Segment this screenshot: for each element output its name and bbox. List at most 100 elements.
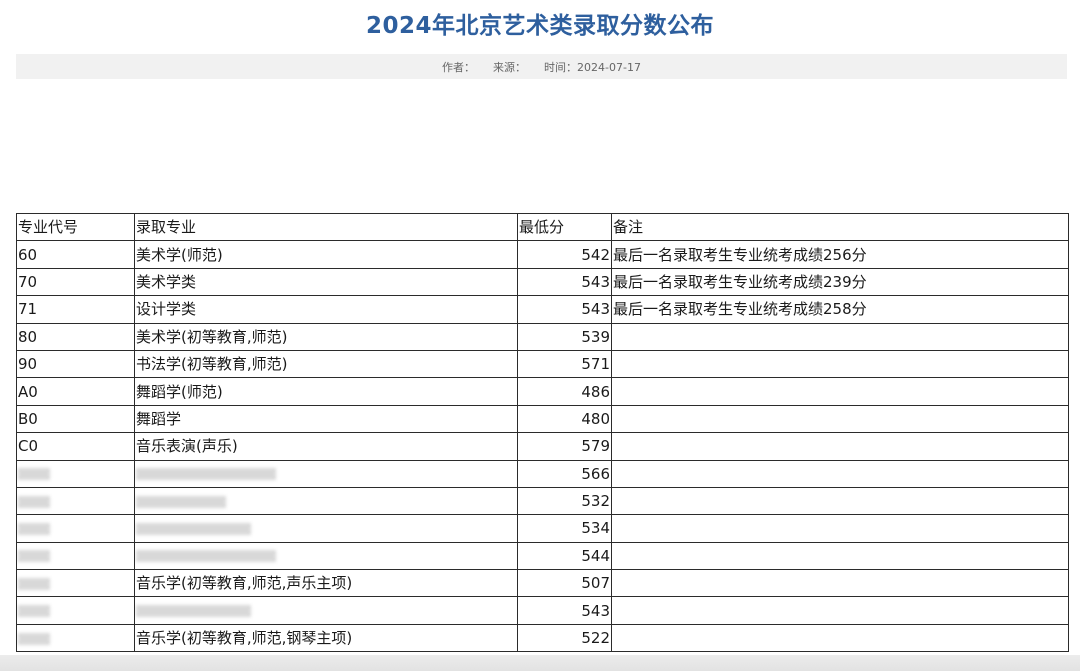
- cell-score: 543: [517, 267, 612, 297]
- cell-major: [134, 486, 518, 516]
- cell-code: 90: [16, 349, 135, 379]
- cell-note: [611, 432, 1069, 461]
- table-row: 532: [16, 486, 1069, 516]
- table-row: 543: [16, 596, 1069, 625]
- cell-note: [611, 486, 1069, 516]
- cell-major: 美术学(师范): [134, 240, 518, 269]
- cell-major: [134, 514, 518, 543]
- cell-major: 音乐学(初等教育,师范,声乐主项): [134, 569, 518, 598]
- score-table-container: 专业代号 录取专业 最低分 备注 60 美术学(师范) 542 最后一名录取考生专业统…: [16, 212, 1069, 653]
- cell-note: [611, 623, 1069, 653]
- cell-score: 539: [517, 322, 612, 351]
- redacted-text: [18, 495, 50, 508]
- cell-code: [16, 541, 135, 571]
- redacted-text: [18, 522, 50, 535]
- table-row: 71 设计学类 543 最后一名录取考生专业统考成绩258分: [16, 295, 1069, 324]
- cell-major: [134, 541, 518, 571]
- cell-score: 542: [517, 240, 612, 269]
- table-row: B0 舞蹈学 480: [16, 404, 1069, 434]
- table-row: 534: [16, 514, 1069, 543]
- cell-note: [611, 459, 1069, 488]
- header-major: 录取专业: [134, 212, 518, 242]
- cell-note: [611, 514, 1069, 543]
- redacted-text: [18, 550, 50, 563]
- cell-score: 543: [517, 295, 612, 324]
- redacted-text: [18, 577, 50, 590]
- cell-score: 507: [517, 569, 612, 598]
- score-table: 专业代号 录取专业 最低分 备注 60 美术学(师范) 542 最后一名录取考生专业统…: [16, 212, 1069, 653]
- cell-code: 60: [16, 240, 135, 269]
- header-note: 备注: [611, 212, 1069, 242]
- cell-note: [611, 596, 1069, 625]
- cell-score: 534: [517, 514, 612, 543]
- cell-major: 书法学(初等教育,师范): [134, 349, 518, 379]
- redacted-text: [136, 495, 226, 508]
- cell-code: [16, 569, 135, 598]
- cell-score: 522: [517, 623, 612, 653]
- table-row: 566: [16, 459, 1069, 488]
- cell-code: B0: [16, 404, 135, 434]
- table-row: 60 美术学(师范) 542 最后一名录取考生专业统考成绩256分: [16, 240, 1069, 269]
- table-row: A0 舞蹈学(师范) 486: [16, 377, 1069, 406]
- cell-note: [611, 569, 1069, 598]
- redacted-text: [18, 605, 50, 618]
- cell-code: [16, 486, 135, 516]
- cell-score: 544: [517, 541, 612, 571]
- cell-code: [16, 623, 135, 653]
- redacted-text: [18, 632, 50, 645]
- cell-major: 美术学(初等教育,师范): [134, 322, 518, 351]
- cell-score: 571: [517, 349, 612, 379]
- cell-major: [134, 459, 518, 488]
- cell-major: 舞蹈学: [134, 404, 518, 434]
- source-label: 来源：: [493, 60, 527, 74]
- table-row: 544: [16, 541, 1069, 571]
- cell-major: 美术学类: [134, 267, 518, 297]
- redacted-text: [136, 468, 276, 481]
- cell-code: [16, 596, 135, 625]
- header-score: 最低分: [517, 212, 612, 242]
- cell-note: [611, 404, 1069, 434]
- cell-score: 532: [517, 486, 612, 516]
- table-row: 70 美术学类 543 最后一名录取考生专业统考成绩239分: [16, 267, 1069, 297]
- cell-code: [16, 459, 135, 488]
- cell-code: 71: [16, 295, 135, 324]
- redacted-text: [136, 605, 251, 618]
- cell-score: 566: [517, 459, 612, 488]
- cell-score: 480: [517, 404, 612, 434]
- bottom-scroll-area: [0, 655, 1080, 671]
- table-header-row: 专业代号 录取专业 最低分 备注: [16, 212, 1069, 242]
- cell-code: 80: [16, 322, 135, 351]
- cell-note: [611, 377, 1069, 406]
- article-meta-bar: 作者： 来源： 时间：2024-07-17: [16, 54, 1067, 79]
- table-row: C0 音乐表演(声乐) 579: [16, 432, 1069, 461]
- cell-note: 最后一名录取考生专业统考成绩256分: [611, 240, 1069, 269]
- table-row: 音乐学(初等教育,师范,钢琴主项) 522: [16, 623, 1069, 653]
- table-body: 60 美术学(师范) 542 最后一名录取考生专业统考成绩256分 70 美术学类 543 最…: [16, 240, 1069, 653]
- time-label: 时间：: [544, 60, 578, 74]
- cell-note: 最后一名录取考生专业统考成绩258分: [611, 295, 1069, 324]
- table-row: 音乐学(初等教育,师范,声乐主项) 507: [16, 569, 1069, 598]
- cell-code: A0: [16, 377, 135, 406]
- cell-note: [611, 349, 1069, 379]
- cell-score: 543: [517, 596, 612, 625]
- cell-code: [16, 514, 135, 543]
- redacted-text: [136, 522, 251, 535]
- table-row: 90 书法学(初等教育,师范) 571: [16, 349, 1069, 379]
- cell-note: [611, 322, 1069, 351]
- cell-score: 486: [517, 377, 612, 406]
- cell-note: 最后一名录取考生专业统考成绩239分: [611, 267, 1069, 297]
- cell-code: C0: [16, 432, 135, 461]
- cell-note: [611, 541, 1069, 571]
- cell-major: 设计学类: [134, 295, 518, 324]
- page-title: 2024年北京艺术类录取分数公布: [365, 13, 714, 39]
- cell-major: 音乐表演(声乐): [134, 432, 518, 461]
- header-code: 专业代号: [16, 212, 135, 242]
- cell-major: 音乐学(初等教育,师范,钢琴主项): [134, 623, 518, 653]
- author-label: 作者：: [442, 60, 476, 74]
- cell-major: 舞蹈学(师范): [134, 377, 518, 406]
- time-value: 2024-07-17: [577, 60, 641, 74]
- table-row: 80 美术学(初等教育,师范) 539: [16, 322, 1069, 351]
- redacted-text: [18, 468, 50, 481]
- cell-major: [134, 596, 518, 625]
- publish-time: 时间：2024-07-17: [544, 59, 641, 75]
